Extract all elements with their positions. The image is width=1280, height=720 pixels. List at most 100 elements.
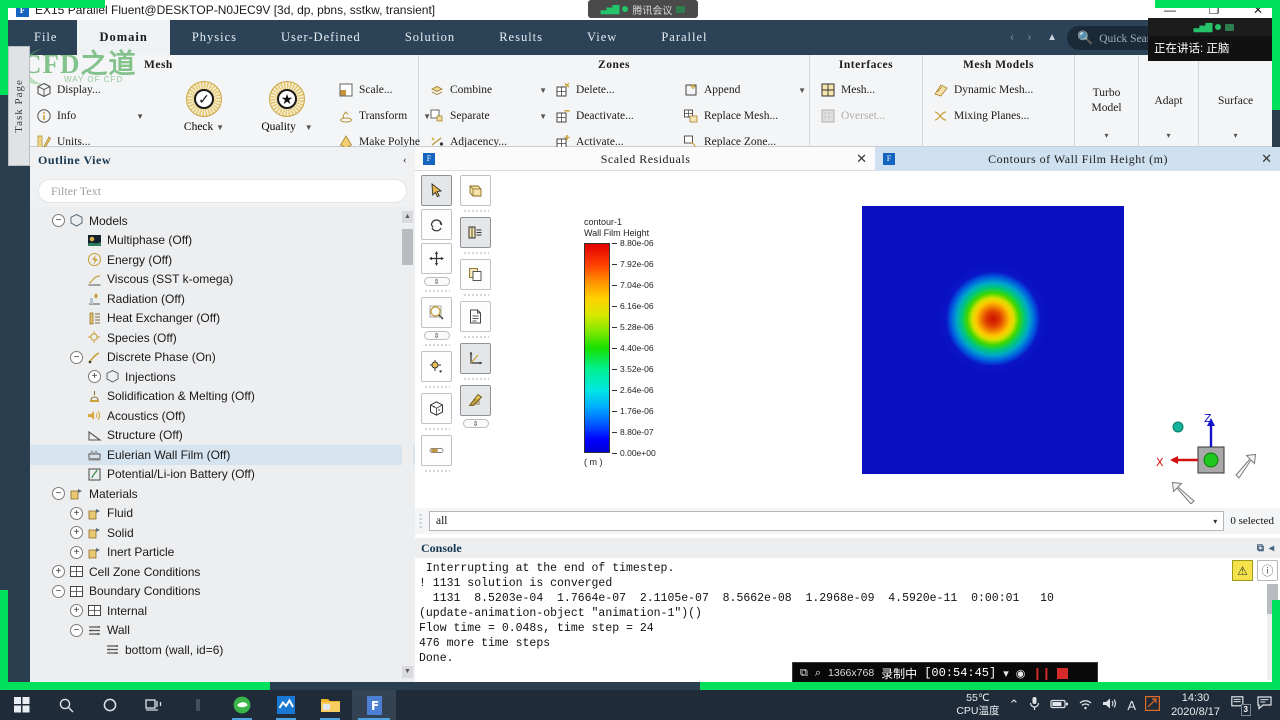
tab-physics[interactable]: Physics [170, 20, 259, 55]
ime-language-icon[interactable]: A [1127, 698, 1136, 713]
lighting-tool[interactable] [460, 217, 491, 248]
turbo-model-button[interactable]: Turbo Model ▾ [1075, 55, 1139, 147]
scroll-up-icon[interactable]: ▲ [402, 211, 413, 223]
select-pointer-tool[interactable] [421, 175, 452, 206]
wifi-icon[interactable] [1078, 697, 1093, 713]
collapse-toggle-icon[interactable]: − [52, 487, 65, 501]
collapse-toggle-icon[interactable]: − [70, 350, 83, 364]
ime-tool-icon[interactable] [1145, 696, 1161, 714]
expand-toggle-icon[interactable]: + [70, 545, 83, 559]
zones-deactivate-button[interactable]: Deactivate... [549, 103, 679, 129]
zones-replace-mesh-button[interactable]: Replace Mesh... [677, 103, 812, 129]
tree-item[interactable]: Structure (Off) [30, 426, 415, 446]
axes-tool[interactable] [460, 343, 491, 374]
tree-item[interactable]: + Internal [30, 601, 415, 621]
toolbar-splitter[interactable]: ⇕ [423, 277, 450, 286]
maximize-button[interactable]: ❐ [1192, 0, 1236, 20]
toolbar-grip[interactable] [462, 251, 489, 256]
mesh-quality-icon[interactable]: ★ [269, 81, 305, 117]
mesh-quality-label[interactable]: Quality [261, 121, 296, 133]
task-view-button[interactable] [132, 690, 176, 720]
warning-icon[interactable]: ⚠ [1232, 560, 1253, 581]
chevron-down-icon[interactable]: ▾ [1213, 517, 1217, 526]
contour-field[interactable] [862, 206, 1124, 474]
tab-view[interactable]: View [565, 20, 639, 55]
mesh-info-button[interactable]: Info ▼ [30, 103, 150, 129]
browser-app[interactable] [220, 690, 264, 720]
chart-app[interactable] [264, 690, 308, 720]
action-center-icon[interactable] [1257, 696, 1274, 714]
collapse-panel-icon[interactable]: ‹ [403, 154, 407, 166]
tab-results[interactable]: Results [477, 20, 565, 55]
expand-toggle-icon[interactable]: + [70, 526, 83, 540]
chevron-down-icon[interactable]: ▾ [1166, 128, 1170, 143]
capsule-tool[interactable] [421, 435, 452, 466]
tree-item[interactable]: Multiphase (Off) [30, 231, 415, 251]
tree-item[interactable]: − Boundary Conditions [30, 582, 415, 602]
start-button[interactable] [0, 690, 44, 720]
annotate-tool[interactable] [460, 301, 491, 332]
expand-toggle-icon[interactable]: + [70, 604, 83, 618]
expand-toggle-icon[interactable]: + [88, 370, 101, 384]
tree-item[interactable]: bottom (wall, id=6) [30, 640, 415, 660]
show-hidden-icons-icon[interactable]: ⌃ [1008, 697, 1019, 713]
magnifier-icon[interactable]: ⌕ [815, 667, 821, 680]
expand-toggle-icon[interactable]: + [52, 565, 65, 579]
tree-item[interactable]: Species (Off) [30, 328, 415, 348]
tree-item[interactable]: Heat Exchanger (Off) [30, 309, 415, 329]
toolbar-grip[interactable] [462, 377, 489, 382]
tree-item[interactable]: + Inert Particle [30, 543, 415, 563]
toolbar-grip[interactable] [423, 469, 450, 474]
search-button[interactable] [44, 690, 88, 720]
tree-item[interactable]: + Injections [30, 367, 415, 387]
tab-scaled-residuals[interactable]: F Scaled Residuals ✕ [415, 147, 875, 171]
contour-plot[interactable]: contour-1 Wall Film Height 8.80e-06 7.92e… [499, 171, 1280, 542]
tab-solution[interactable]: Solution [383, 20, 477, 55]
microphone-icon[interactable] [1028, 696, 1041, 714]
dynamic-mesh-button[interactable]: Dynamic Mesh... [927, 77, 1075, 103]
battery-icon[interactable] [1050, 698, 1069, 713]
toolbar-grip[interactable] [462, 209, 489, 214]
tree-item[interactable]: Acoustics (Off) [30, 406, 415, 426]
stop-icon[interactable] [1057, 667, 1069, 679]
graphics-viewport[interactable]: ⇕ ⇕ ⇕ contour-1 Wall Film Height 8.80e-0… [415, 171, 1280, 542]
surface-select-dropdown[interactable]: all ▾ [429, 511, 1225, 531]
volume-icon[interactable] [1102, 697, 1118, 713]
tree-item[interactable]: + Fluid [30, 504, 415, 524]
zoom-tool[interactable] [421, 297, 452, 328]
interfaces-mesh-button[interactable]: Mesh... [814, 77, 922, 103]
taskbar-clock[interactable]: 14:30 2020/8/17 [1169, 691, 1222, 719]
tencent-meeting-floating-bar[interactable]: ▃▅▇ 腾讯会议 [588, 0, 698, 18]
chevron-down-icon[interactable]: ▼ [299, 123, 313, 132]
drag-grip-icon[interactable] [419, 513, 423, 529]
window-capture-icon[interactable]: ⧉ [800, 667, 808, 680]
undock-icon[interactable]: ⧉ [1257, 543, 1264, 554]
render-view-tool[interactable] [460, 175, 491, 206]
mesh-check-label[interactable]: Check [184, 121, 213, 133]
collapse-toggle-icon[interactable]: − [52, 214, 65, 228]
tree-item[interactable]: − Materials [30, 484, 415, 504]
zones-separate-button[interactable]: Separate ▼ [423, 103, 553, 129]
notification-center-icon[interactable]: 3 [1231, 696, 1251, 716]
minimize-button[interactable]: — [1148, 0, 1192, 20]
close-icon[interactable]: ✕ [1261, 151, 1272, 167]
tree-item[interactable]: Solidification & Melting (Off) [30, 387, 415, 407]
tree-item[interactable]: Viscous (SST k-omega) [30, 270, 415, 290]
console-scrollbar[interactable] [1267, 584, 1278, 680]
toolbar-splitter[interactable]: ⇕ [423, 331, 450, 340]
tab-user-defined[interactable]: User-Defined [259, 20, 383, 55]
fluent-app[interactable]: F [352, 690, 396, 720]
chevron-down-icon[interactable]: ▾ [1104, 128, 1108, 143]
info-icon[interactable]: ⓘ [1257, 560, 1278, 581]
copy-view-tool[interactable] [460, 259, 491, 290]
toolbar-grip[interactable] [423, 343, 450, 348]
close-icon[interactable]: ✕ [856, 151, 867, 167]
cortana-button[interactable] [88, 690, 132, 720]
zones-delete-button[interactable]: Delete... [549, 77, 679, 103]
console-scroll-thumb[interactable] [1267, 584, 1278, 614]
close-button[interactable]: ✕ [1236, 0, 1280, 20]
tree-item[interactable]: Energy (Off) [30, 250, 415, 270]
chevron-down-icon[interactable]: ▾ [1003, 667, 1009, 680]
view-cube-tool[interactable] [421, 393, 452, 424]
scroll-down-icon[interactable]: ▼ [402, 666, 413, 678]
